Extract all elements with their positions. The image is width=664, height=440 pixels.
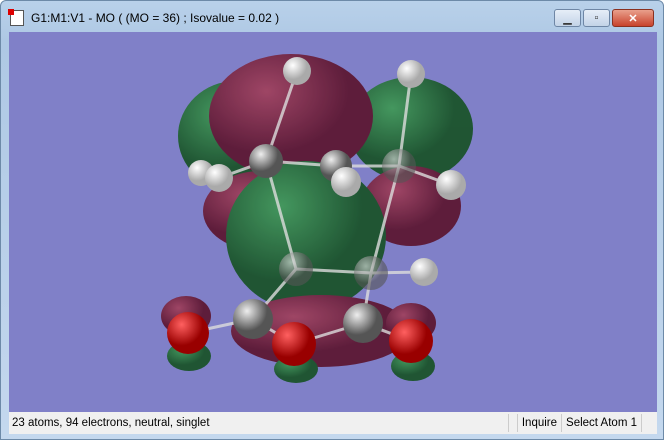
carbon-atom[interactable] — [354, 256, 388, 290]
mode-indicator: Inquire — [516, 414, 561, 432]
window-title: G1:M1:V1 - MO ( (MO = 36) ; Isovalue = 0… — [31, 11, 280, 25]
carbon-atom[interactable] — [249, 144, 283, 178]
carbon-atom[interactable] — [233, 299, 273, 339]
hydrogen-atom[interactable] — [436, 170, 466, 200]
molecule-viewport[interactable] — [9, 32, 657, 412]
oxygen-atom[interactable] — [389, 319, 433, 363]
oxygen-atom[interactable] — [272, 322, 316, 366]
hydrogen-atom[interactable] — [397, 60, 425, 88]
positive-lobe — [226, 161, 386, 311]
molecule-summary: 23 atoms, 94 electrons, neutral, singlet — [12, 417, 210, 429]
window: G1:M1:V1 - MO ( (MO = 36) ; Isovalue = 0… — [0, 0, 664, 440]
restore-button[interactable]: ▫ — [583, 9, 610, 27]
carbon-atom[interactable] — [279, 252, 313, 286]
action-indicator: Select Atom 1 — [561, 414, 641, 432]
molecular-orbital-render — [161, 54, 473, 383]
hydrogen-atom[interactable] — [205, 164, 233, 192]
resize-grip[interactable] — [641, 414, 657, 432]
oxygen-atom[interactable] — [167, 312, 209, 354]
hydrogen-atom[interactable] — [283, 57, 311, 85]
hydrogen-atom[interactable] — [410, 258, 438, 286]
close-button[interactable]: ✕ — [612, 9, 654, 27]
minimize-button[interactable]: ▁ — [554, 9, 581, 27]
app-icon[interactable] — [8, 9, 24, 26]
status-divider — [507, 414, 517, 432]
carbon-atom[interactable] — [343, 303, 383, 343]
hydrogen-atom[interactable] — [331, 167, 361, 197]
carbon-atom[interactable] — [382, 149, 416, 183]
status-bar: 23 atoms, 94 electrons, neutral, singlet… — [9, 412, 657, 434]
